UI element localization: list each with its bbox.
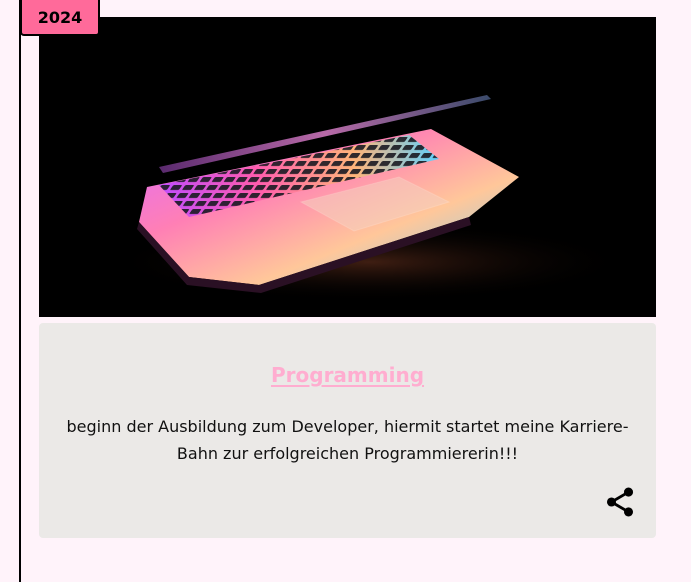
timeline-page: 2024 Programming beginn der Ausbildung z…	[0, 0, 691, 582]
laptop-illustration	[39, 17, 656, 317]
card-body: Programming beginn der Ausbildung zum De…	[39, 323, 656, 538]
card-description: beginn der Ausbildung zum Developer, hie…	[66, 417, 629, 463]
laptop-photo	[39, 17, 656, 317]
year-badge: 2024	[20, 0, 100, 36]
timeline-line	[19, 0, 21, 582]
card-title-link[interactable]: Programming	[39, 363, 656, 387]
share-icon[interactable]	[603, 485, 637, 519]
